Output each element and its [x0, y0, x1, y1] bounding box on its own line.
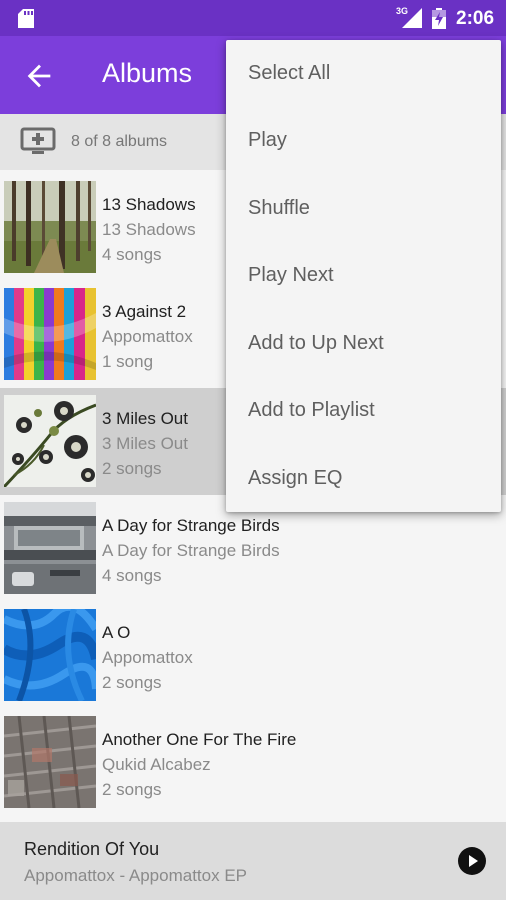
status-bar: 3G 2:06	[0, 0, 506, 36]
album-artist: Appomattox	[102, 648, 193, 667]
album-artist: Appomattox	[102, 327, 193, 346]
album-art	[4, 502, 96, 594]
clock: 2:06	[456, 8, 495, 29]
album-art	[4, 716, 96, 808]
menu-item-select-all[interactable]: Select All	[226, 40, 501, 107]
signal-icon	[402, 8, 422, 28]
album-title: Another One For The Fire	[102, 730, 297, 749]
album-artist: 13 Shadows	[102, 220, 196, 239]
album-art	[4, 288, 96, 380]
now-playing-title: Rendition Of You	[24, 839, 160, 859]
menu-item-add-to-up-next[interactable]: Add to Up Next	[226, 310, 501, 377]
album-song-count: 4 songs	[102, 245, 162, 264]
album-art	[4, 609, 96, 701]
album-title: A O	[102, 623, 131, 642]
overflow-menu: Select All Play Shuffle Play Next Add to…	[226, 40, 501, 512]
menu-item-assign-eq[interactable]: Assign EQ	[226, 445, 501, 512]
now-playing-bar[interactable]: Rendition Of You Appomattox - Appomattox…	[0, 822, 506, 900]
album-song-count: 1 song	[102, 352, 154, 371]
album-artist: Qukid Alcabez	[102, 755, 211, 774]
cast-add-icon[interactable]	[20, 127, 56, 157]
page-title: Albums	[102, 58, 193, 88]
play-circle-icon[interactable]	[457, 846, 487, 876]
menu-item-play[interactable]: Play	[226, 107, 501, 174]
menu-item-play-next[interactable]: Play Next	[226, 242, 501, 309]
album-count: 8 of 8 albums	[71, 133, 168, 150]
now-playing-subtitle: Appomattox - Appomattox EP	[24, 866, 248, 885]
album-title: A Day for Strange Birds	[102, 516, 280, 535]
album-song-count: 2 songs	[102, 780, 162, 799]
album-song-count: 2 songs	[102, 673, 162, 692]
album-art	[4, 181, 96, 273]
menu-item-add-to-playlist[interactable]: Add to Playlist	[226, 377, 501, 444]
album-song-count: 4 songs	[102, 566, 162, 585]
album-song-count: 2 songs	[102, 459, 162, 478]
album-artist: 3 Miles Out	[102, 434, 188, 453]
menu-item-shuffle[interactable]: Shuffle	[226, 175, 501, 242]
album-row-another-one-for-the-fire[interactable]: Another One For The Fire Qukid Alcabez 2…	[0, 709, 506, 816]
album-title: 13 Shadows	[102, 195, 196, 214]
album-artist: A Day for Strange Birds	[102, 541, 280, 560]
album-art	[4, 395, 96, 487]
battery-charging-icon	[432, 8, 446, 29]
arrow-back-icon[interactable]	[22, 59, 56, 93]
album-title: 3 Miles Out	[102, 409, 188, 428]
album-title: 3 Against 2	[102, 302, 187, 321]
sd-card-icon	[18, 9, 34, 28]
album-row-a-o[interactable]: A O Appomattox 2 songs	[0, 602, 506, 709]
